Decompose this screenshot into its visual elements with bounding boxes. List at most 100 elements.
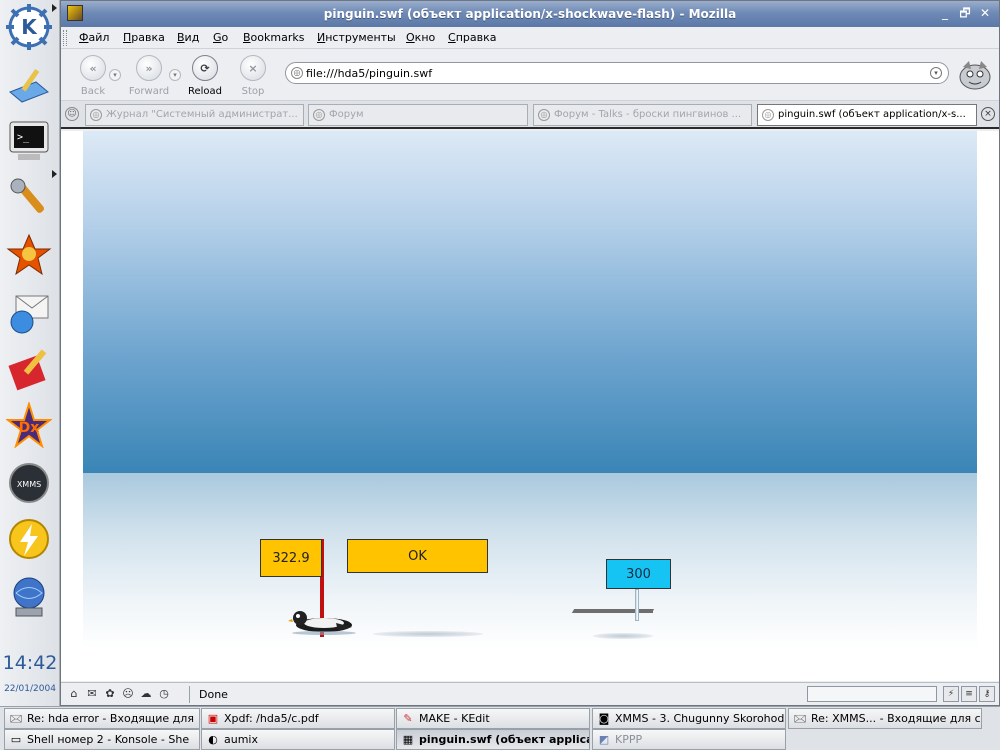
window-title: pinguin.swf (объект application/x-shockw… (323, 7, 737, 21)
minimize-icon[interactable]: _ (937, 6, 953, 22)
terminal-icon[interactable]: >_ (4, 116, 54, 166)
security-info-icon[interactable]: ≡ (961, 686, 977, 702)
menu-window[interactable]: Окно (406, 31, 435, 44)
target-marker: 300 (606, 559, 671, 589)
terminal-icon: ▭ (10, 733, 22, 746)
snow-track (593, 633, 653, 639)
task-mail-hda[interactable]: 🖂 Re: hda error - Входящие для (4, 708, 200, 729)
back-icon: « (80, 55, 106, 81)
url-input[interactable]: file:///hda5/pinguin.swf (306, 67, 432, 80)
snow-ground (83, 473, 977, 681)
mozilla-icon: ▦ (402, 733, 414, 746)
forward-dropdown-icon[interactable]: ▾ (169, 69, 181, 81)
status-text: Done (199, 688, 228, 701)
control-center-icon[interactable] (4, 172, 54, 222)
online-icon[interactable]: ⚡ (943, 686, 959, 702)
ok-button[interactable]: OK (347, 539, 488, 573)
menu-tools[interactable]: Инструменты (317, 31, 396, 44)
task-mozilla[interactable]: ▦ pinguin.swf (объект applica (396, 729, 590, 750)
task-xpdf[interactable]: ▣ Xpdf: /hda5/c.pdf (201, 708, 395, 729)
flash-stage[interactable]: 322.9 OK 300 (83, 131, 977, 681)
menu-edit[interactable]: Правка (123, 31, 165, 44)
tab-site-icon: ◎ (90, 109, 102, 121)
kppp-icon: ◩ (598, 733, 610, 746)
close-tab-icon[interactable]: × (981, 107, 995, 121)
kedit-icon: ✎ (403, 712, 413, 725)
aumix-icon: ◐ (208, 733, 218, 746)
svg-text:Dx: Dx (19, 420, 40, 436)
url-bar[interactable]: ◎ file:///hda5/pinguin.swf ▾ (285, 62, 949, 84)
menu-bar: Файл Правка Вид Go Bookmarks Инструменты… (61, 27, 999, 49)
composer-icon[interactable]: ✿ (103, 687, 117, 701)
url-dropdown-icon[interactable]: ▾ (930, 67, 942, 79)
home-icon[interactable]: ⌂ (67, 687, 81, 701)
status-separator (189, 686, 190, 703)
mozilla-window: pinguin.swf (объект application/x-shockw… (60, 0, 1000, 706)
stop-icon: × (240, 55, 266, 81)
penguin-sprite (288, 611, 356, 635)
pdf-icon: ▣ (207, 712, 219, 725)
svg-text:XMMS: XMMS (17, 480, 41, 489)
back-dropdown-icon[interactable]: ▾ (109, 69, 121, 81)
kde-menu-icon[interactable]: K (4, 2, 54, 52)
close-icon[interactable]: ✕ (977, 6, 993, 22)
navigation-toolbar: « Back ▾ » Forward ▾ ⟳ Reload × Stop ◎ f… (61, 49, 999, 101)
new-tab-icon[interactable]: ☺ (65, 107, 79, 121)
desktop-icon[interactable] (4, 60, 54, 110)
target-marker-post (635, 589, 639, 621)
tab-pinguin-swf[interactable]: ◎ pinguin.swf (объект application/x-s... (757, 104, 977, 126)
mail-icon: 🖂 (9, 712, 23, 725)
mail-icon[interactable]: ✉ (85, 687, 99, 701)
lock-icon[interactable]: ⚷ (979, 686, 995, 702)
menu-view[interactable]: Вид (177, 31, 199, 44)
menu-go[interactable]: Go (213, 31, 228, 44)
title-bar[interactable]: pinguin.swf (объект application/x-shockw… (61, 1, 999, 27)
xmms-icon[interactable]: XMMS (4, 458, 54, 508)
panel-arrow-icon[interactable] (52, 4, 57, 12)
tab-site-icon: ◎ (762, 109, 774, 121)
addressbook-icon[interactable]: ☁ (139, 687, 153, 701)
task-kppp[interactable]: ◩ KPPP (592, 729, 786, 750)
reload-icon: ⟳ (192, 55, 218, 81)
task-xmms[interactable]: ◙ XMMS - 3. Chugunny Skorohod (592, 708, 786, 729)
svg-text:K: K (21, 15, 38, 39)
mail-icon: 🖂 (793, 712, 807, 725)
mail-icon[interactable] (4, 288, 54, 338)
mozilla-throbber-icon[interactable] (957, 57, 993, 93)
task-mail-xmms[interactable]: 🖂 Re: XMMS... - Входящие для с (788, 708, 982, 729)
tab-forum[interactable]: ◎ Форум (308, 104, 528, 126)
menu-help[interactable]: Справка (448, 31, 496, 44)
menu-file[interactable]: Файл (79, 31, 109, 44)
forward-button[interactable]: » Forward (127, 53, 171, 99)
tab-bar: ☺ ◎ Журнал "Системный администрат... ◎ Ф… (61, 101, 999, 129)
svg-text:>_: >_ (17, 132, 30, 143)
task-kedit[interactable]: ✎ MAKE - KEdit (396, 708, 590, 729)
firefox-icon[interactable] (4, 230, 54, 280)
tab-journal[interactable]: ◎ Журнал "Системный администрат... (85, 104, 304, 126)
site-identity-icon[interactable]: ◎ (291, 67, 303, 79)
marker-shadow (639, 609, 653, 613)
menu-bookmarks[interactable]: Bookmarks (243, 31, 304, 44)
task-aumix[interactable]: ◐ aumix (201, 729, 395, 750)
tab-forum-talks[interactable]: ◎ Форум - Talks - броски пингвинов ... (533, 104, 752, 126)
maximize-icon[interactable]: 🗗 (957, 6, 973, 22)
xmms-icon: ◙ (598, 712, 610, 725)
power-icon[interactable] (4, 514, 54, 564)
forward-icon: » (136, 55, 162, 81)
kde-panel: K >_ Dx XMMS 14:42 22/01/2004 (0, 0, 60, 706)
network-icon[interactable] (4, 572, 54, 622)
reload-button[interactable]: ⟳ Reload (183, 53, 227, 99)
chat-icon[interactable]: ☹ (121, 687, 135, 701)
sky-background (83, 131, 977, 473)
clock-date: 22/01/2004 (4, 684, 56, 694)
toolbar-grip[interactable] (63, 30, 67, 46)
stop-button[interactable]: × Stop (231, 53, 275, 99)
kedit-icon[interactable] (4, 344, 54, 394)
task-konsole[interactable]: ▭ Shell номер 2 - Konsole - She (4, 729, 200, 750)
clock-time[interactable]: 14:42 (0, 652, 60, 674)
progress-bar (807, 686, 937, 702)
page-content: 322.9 OK 300 (61, 131, 999, 681)
tab-site-icon: ◎ (313, 109, 325, 121)
clock-icon[interactable]: ◷ (157, 687, 171, 701)
xdvi-icon[interactable]: Dx (4, 400, 54, 450)
